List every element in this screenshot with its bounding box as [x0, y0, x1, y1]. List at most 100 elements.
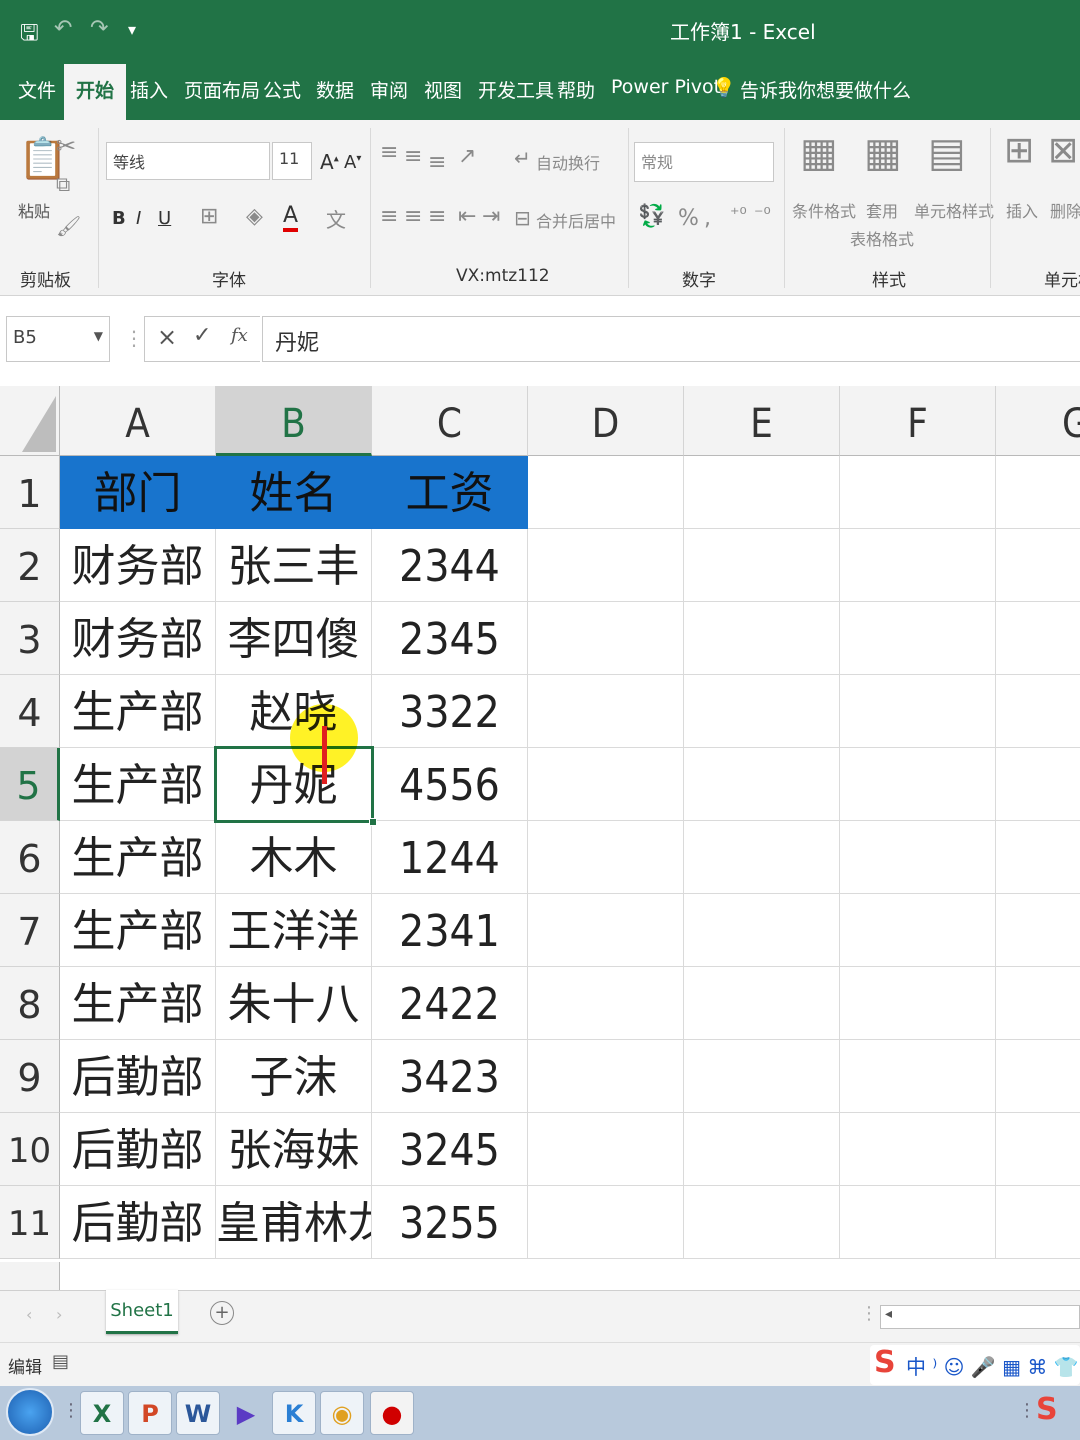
table-cell[interactable]: 财务部	[60, 529, 216, 602]
sogou-tray-icon[interactable]: S	[1036, 1392, 1058, 1427]
select-all-button[interactable]	[0, 386, 60, 456]
table-cell[interactable]: 后勤部	[60, 1040, 216, 1113]
empty-cell[interactable]	[684, 1113, 840, 1186]
table-cell[interactable]: 赵晓	[216, 675, 372, 748]
tab-data[interactable]: 数据	[316, 76, 354, 103]
recorder-taskbar-icon[interactable]: ●	[370, 1391, 414, 1435]
underline-button[interactable]: U	[158, 208, 171, 229]
table-cell[interactable]: 后勤部	[60, 1186, 216, 1259]
empty-cell[interactable]	[684, 894, 840, 967]
align-left-icon[interactable]: ≡	[380, 204, 398, 229]
bold-button[interactable]: B	[112, 208, 126, 229]
table-cell[interactable]: 生产部	[60, 967, 216, 1040]
tab-help[interactable]: 帮助	[557, 76, 595, 103]
tab-power-pivot[interactable]: Power Pivot	[611, 76, 721, 98]
empty-cell[interactable]	[528, 456, 684, 529]
conditional-format-icon[interactable]: ▦	[800, 130, 838, 176]
table-cell[interactable]: 工资	[372, 456, 528, 529]
orientation-icon[interactable]: ↗	[458, 144, 476, 169]
empty-cell[interactable]	[684, 1040, 840, 1113]
paste-label[interactable]: 粘贴	[18, 198, 50, 222]
empty-cell[interactable]	[996, 748, 1080, 821]
row-header[interactable]: 4	[0, 675, 60, 748]
table-cell[interactable]: 财务部	[60, 602, 216, 675]
table-cell[interactable]: 生产部	[60, 748, 216, 821]
empty-cell[interactable]	[528, 675, 684, 748]
empty-cell[interactable]	[840, 675, 996, 748]
tell-me-search[interactable]: 告诉我你想要做什么	[740, 76, 911, 103]
table-cell[interactable]: 丹妮	[216, 748, 372, 821]
row-header[interactable]: 11	[0, 1186, 60, 1259]
wrap-text-icon[interactable]: ↵	[514, 146, 531, 170]
empty-cell[interactable]	[996, 821, 1080, 894]
table-cell[interactable]: 2422	[372, 967, 528, 1040]
empty-cell[interactable]	[528, 821, 684, 894]
powerpoint-taskbar-icon[interactable]: P	[128, 1391, 172, 1435]
empty-cell[interactable]	[528, 967, 684, 1040]
empty-cell[interactable]	[684, 967, 840, 1040]
save-icon[interactable]: 🖫	[20, 16, 39, 54]
start-button-icon[interactable]	[6, 1388, 54, 1436]
font-color-icon[interactable]: A	[283, 204, 299, 232]
empty-cell[interactable]	[840, 602, 996, 675]
column-header-b[interactable]: B	[216, 386, 372, 456]
excel-taskbar-icon[interactable]: X	[80, 1391, 124, 1435]
table-cell[interactable]: 朱十八	[216, 967, 372, 1040]
add-sheet-icon[interactable]: +	[210, 1301, 234, 1325]
empty-cell[interactable]	[528, 529, 684, 602]
row-header[interactable]: 5	[0, 748, 60, 821]
undo-icon[interactable]: ↶	[54, 16, 72, 41]
empty-cell[interactable]	[684, 456, 840, 529]
table-cell[interactable]: 3423	[372, 1040, 528, 1113]
lightbulb-icon[interactable]: 💡	[712, 76, 736, 99]
table-cell[interactable]: 4556	[372, 748, 528, 821]
customize-qat-icon[interactable]: ▾	[128, 20, 136, 39]
delete-cells-icon[interactable]: ⊠	[1048, 130, 1078, 171]
empty-cell[interactable]	[996, 967, 1080, 1040]
column-header-c[interactable]: C	[372, 386, 528, 456]
row-header[interactable]: 8	[0, 967, 60, 1040]
empty-cell[interactable]	[840, 748, 996, 821]
format-table-label-2[interactable]: 表格格式	[850, 226, 914, 250]
increase-decimal-icon[interactable]: ⁺⁰	[730, 204, 747, 225]
empty-cell[interactable]	[684, 602, 840, 675]
empty-cell[interactable]	[996, 1186, 1080, 1259]
tab-insert[interactable]: 插入	[130, 76, 168, 103]
table-cell[interactable]: 2345	[372, 602, 528, 675]
empty-cell[interactable]	[996, 894, 1080, 967]
scroll-left-icon[interactable]: ‹	[26, 1305, 32, 1324]
number-format-select[interactable]: 常规	[634, 142, 774, 182]
table-cell[interactable]: 木木	[216, 821, 372, 894]
table-cell[interactable]: 生产部	[60, 894, 216, 967]
tab-file[interactable]: 文件	[18, 76, 56, 103]
empty-cell[interactable]	[684, 529, 840, 602]
horizontal-scrollbar[interactable]: ◂	[880, 1305, 1080, 1329]
table-cell[interactable]: 王洋洋	[216, 894, 372, 967]
formula-input[interactable]: 丹妮	[262, 316, 1080, 362]
table-cell[interactable]: 2344	[372, 529, 528, 602]
macro-record-icon[interactable]: ▤	[52, 1351, 69, 1372]
indent-increase-icon[interactable]: ⇥	[482, 204, 500, 229]
empty-cell[interactable]	[840, 529, 996, 602]
empty-cell[interactable]	[528, 1186, 684, 1259]
sheet-tab[interactable]: Sheet1	[106, 1290, 178, 1334]
table-cell[interactable]: 生产部	[60, 821, 216, 894]
empty-cell[interactable]	[996, 1113, 1080, 1186]
table-cell[interactable]: 3255	[372, 1186, 528, 1259]
app-taskbar-icon[interactable]: K	[272, 1391, 316, 1435]
name-box[interactable]: B5 ▼	[6, 316, 110, 362]
indent-decrease-icon[interactable]: ⇤	[458, 204, 476, 229]
empty-cell[interactable]	[528, 894, 684, 967]
table-cell[interactable]: 部门	[60, 456, 216, 529]
insert-function-icon[interactable]: fx	[231, 325, 248, 346]
align-center-icon[interactable]: ≡	[404, 204, 422, 229]
fill-color-icon[interactable]: ◈	[246, 204, 263, 229]
empty-cell[interactable]	[996, 602, 1080, 675]
font-name-select[interactable]: 等线	[106, 142, 270, 180]
table-cell[interactable]: 3322	[372, 675, 528, 748]
row-header[interactable]: 6	[0, 821, 60, 894]
redo-icon[interactable]: ↷	[90, 16, 108, 41]
empty-cell[interactable]	[684, 1186, 840, 1259]
empty-cell[interactable]	[528, 1113, 684, 1186]
column-header-f[interactable]: F	[840, 386, 996, 456]
